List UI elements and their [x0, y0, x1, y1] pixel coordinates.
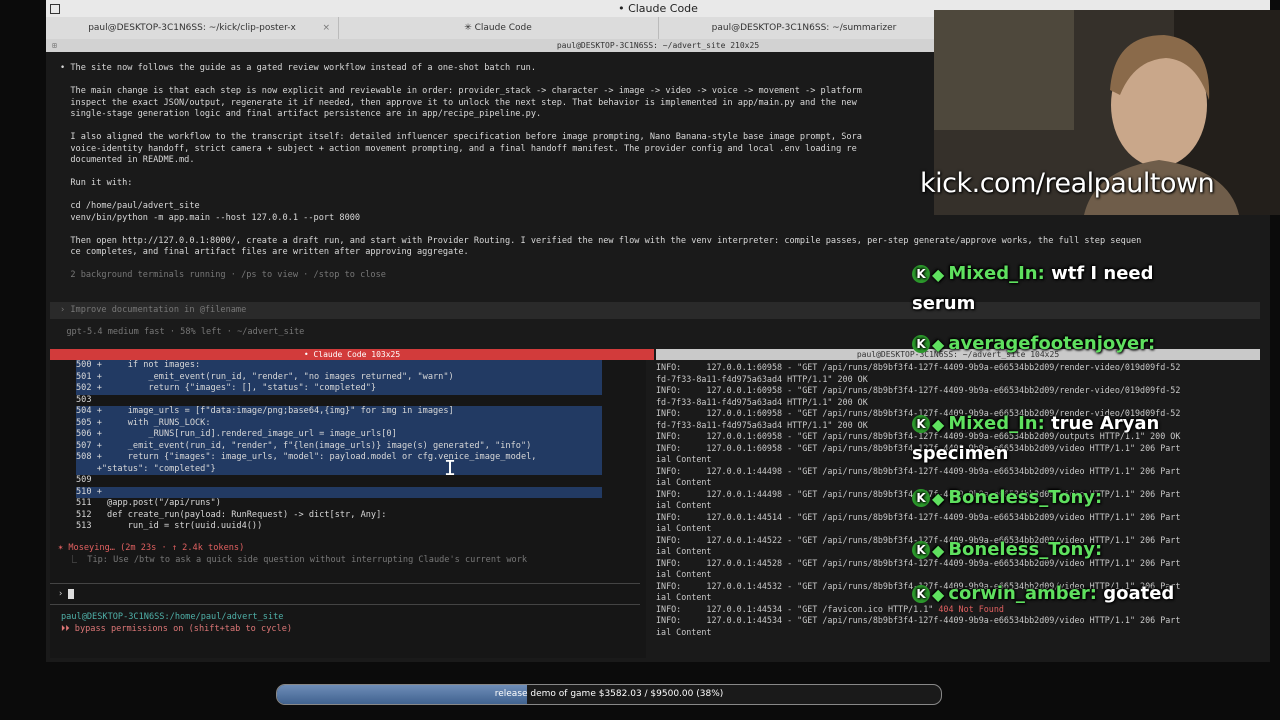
prompt-input[interactable]: › Improve documentation in @filename	[60, 305, 246, 317]
sub-badge-icon: ◆	[932, 584, 945, 604]
kick-badge-icon: K	[912, 265, 930, 283]
log-line: ial Content	[656, 523, 712, 533]
log-line: fd-7f33-8a11-f4d975a63ad4 HTTP/1.1" 200 …	[656, 396, 868, 407]
close-icon[interactable]: ×	[322, 17, 330, 39]
chat-username: Mixed_In:	[948, 413, 1045, 434]
tab-clip-poster[interactable]: paul@DESKTOP-3C1N6SS: ~/kick/clip-poster…	[46, 17, 339, 39]
shell-prompt: paul@DESKTOP-3C1N6SS:/home/paul/advert_s…	[61, 612, 284, 622]
chat-message: K ◆ Boneless_Tony:	[912, 487, 1102, 508]
kick-badge-icon: K	[912, 489, 930, 507]
sub-badge-icon: ◆	[932, 414, 945, 434]
log-line: ial Content	[656, 626, 712, 637]
diff-line: 503	[76, 394, 92, 405]
divider	[50, 604, 640, 605]
diff-line: 508 + return {"images": image_urls, "mod…	[76, 452, 602, 464]
tab-label: ✳ Claude Code	[464, 23, 532, 33]
chat-username: corwin_amber:	[948, 583, 1097, 604]
tab-label: paul@DESKTOP-3C1N6SS: ~/kick/clip-poster…	[88, 23, 296, 33]
diff-line: 507 + _emit_event(run_id, "render", f"{l…	[76, 440, 602, 452]
prompt-box[interactable]: › Improve documentation in @filename	[50, 302, 1260, 319]
diff-line: 505 + with _RUNS_LOCK:	[76, 417, 602, 429]
log-line: INFO: 127.0.0.1:60958 - "GET /api/runs/8…	[656, 385, 1181, 395]
log-line: INFO: 127.0.0.1:44514 - "GET /api/runs/8…	[656, 511, 1181, 522]
divider	[50, 583, 640, 584]
chat-message: specimen	[912, 443, 1008, 464]
tab-claude-code[interactable]: ✳ Claude Code	[338, 17, 659, 39]
chat-text: wtf I need	[1044, 263, 1154, 284]
kick-url: kick.com/realpaultown	[920, 168, 1215, 199]
diff-line: 501 + _emit_event(run_id, "render", "no …	[76, 371, 602, 383]
chat-username: Boneless_Tony:	[948, 539, 1103, 560]
kick-badge-icon: K	[912, 415, 930, 433]
diff-line: 510 +	[76, 486, 602, 498]
log-line: INFO: 127.0.0.1:44498 - "GET /api/runs/8…	[656, 465, 1181, 476]
goal-label: release demo of game $3582.03 / $9500.00…	[494, 689, 724, 699]
chat-username: Mixed_In:	[948, 263, 1045, 284]
chat-text: serum	[912, 293, 976, 314]
sub-badge-icon: ◆	[932, 488, 945, 508]
output-line: ce completes, and final artifact files a…	[60, 247, 469, 257]
chat-message: K ◆ corwin_amber: goated	[912, 583, 1174, 604]
chat-text: goated	[1096, 583, 1175, 604]
kick-badge-icon: K	[912, 585, 930, 603]
log-line: ial Content	[656, 569, 712, 579]
bypass-permissions: ⏵⏵ bypass permissions on (shift+tab to c…	[61, 624, 293, 634]
status-line: gpt-5.4 medium fast · 58% left · ~/adver…	[56, 327, 305, 337]
diff-line: 500 + if not images:	[76, 360, 602, 372]
pane-title-left: • Claude Code 103x25	[50, 349, 654, 360]
chat-message: K ◆ Boneless_Tony:	[912, 539, 1102, 560]
sub-badge-icon: ◆	[932, 264, 945, 284]
pane-title-text: • Claude Code 103x25	[303, 350, 401, 359]
output-line: Then open http://127.0.0.1:8000/, create…	[60, 235, 1142, 246]
tab-summarizer[interactable]: paul@DESKTOP-3C1N6SS: ~/summarizer	[658, 17, 951, 39]
diff-line: 502 + return {"images": [], "status": "c…	[76, 383, 602, 395]
diff-line: 506 + _RUNS[run_id].rendered_image_url =…	[76, 429, 602, 441]
chat-message: K ◆ averagefootenjoyer:	[912, 333, 1155, 354]
donation-goal-bar: release demo of game $3582.03 / $9500.00…	[276, 684, 942, 705]
chat-message: serum	[912, 293, 975, 314]
log-line: fd-7f33-8a11-f4d975a63ad4 HTTP/1.1" 200 …	[656, 373, 868, 384]
kick-badge-icon: K	[912, 541, 930, 559]
text-cursor-icon: I	[444, 456, 457, 480]
diff-line: 513 run_id = str(uuid.uuid4())	[76, 521, 263, 531]
chat-text: specimen	[912, 443, 1009, 464]
tip-text: ⎿ Tip: Use /btw to ask a quick side ques…	[58, 555, 528, 565]
diff-line: 511 @app.post("/api/runs")	[76, 498, 221, 508]
chat-username: Boneless_Tony:	[948, 487, 1103, 508]
chat-message: K ◆ Mixed_In: wtf I need	[912, 263, 1154, 284]
kick-badge-icon: K	[912, 335, 930, 353]
chat-text: true Aryan	[1044, 413, 1160, 434]
chat-message: K ◆ Mixed_In: true Aryan	[912, 413, 1159, 434]
prompt-char: ›	[58, 589, 64, 599]
diff-line: +"status": "completed"}	[76, 463, 602, 475]
claude-prompt[interactable]: ›	[58, 589, 74, 601]
sub-badge-icon: ◆	[932, 334, 945, 354]
log-line: INFO: 127.0.0.1:60958 - "GET /api/runs/8…	[656, 362, 1181, 372]
chat-username: averagefootenjoyer:	[948, 333, 1156, 354]
diff-line: 512 def create_run(payload: RunRequest) …	[76, 509, 387, 520]
log-line: INFO: 127.0.0.1:44534 - "GET /api/runs/8…	[656, 615, 1181, 625]
diff-line: 509	[76, 475, 92, 485]
diff-line: 504 + image_urls = [f"data:image/png;bas…	[76, 406, 602, 418]
log-line: INFO: 127.0.0.1:44534 - "GET /favicon.ic…	[656, 603, 1004, 614]
working-status: ✶ Moseying… (2m 23s · ↑ 2.4k tokens)	[58, 543, 245, 553]
sub-badge-icon: ◆	[932, 540, 945, 560]
diff-view: 500 + if not images: 501 + _emit_event(ru…	[76, 360, 602, 532]
tab-label: paul@DESKTOP-3C1N6SS: ~/summarizer	[711, 23, 897, 33]
